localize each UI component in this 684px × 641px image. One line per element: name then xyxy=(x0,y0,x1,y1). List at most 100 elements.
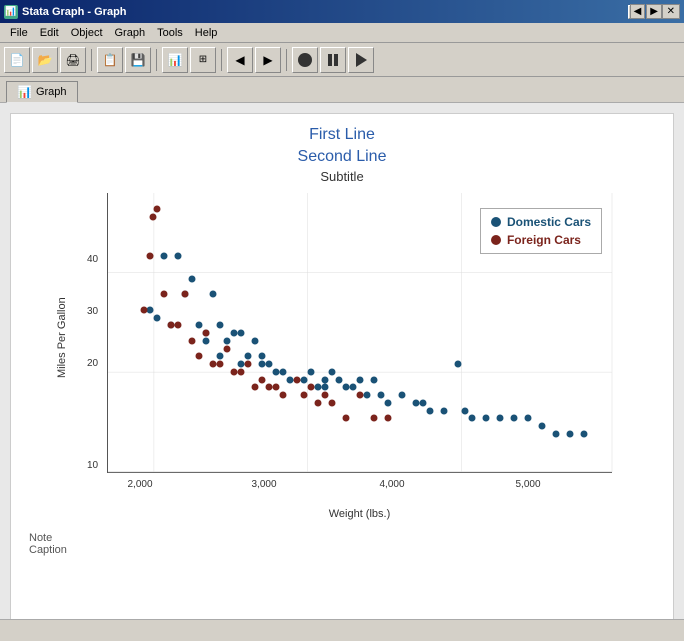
scatter-dot-domestic xyxy=(217,322,224,329)
x-tick-2000: 2,000 xyxy=(127,479,152,490)
scatter-dot-domestic xyxy=(154,314,161,321)
save-button[interactable]: 💾 xyxy=(125,47,151,73)
scatter-dot-foreign xyxy=(161,291,168,298)
scatter-dot-foreign xyxy=(266,384,273,391)
x-axis-label: Weight (lbs.) xyxy=(107,508,612,520)
scatter-dot-domestic xyxy=(336,376,343,383)
scatter-dot-domestic xyxy=(189,275,196,282)
copy-button[interactable]: 📋 xyxy=(97,47,123,73)
scatter-dot-foreign xyxy=(259,376,266,383)
scatter-dot-domestic xyxy=(301,376,308,383)
scatter-dot-domestic xyxy=(469,415,476,422)
scatter-dot-domestic xyxy=(280,368,287,375)
title-line1: First Line xyxy=(21,124,663,146)
scatter-dot-domestic xyxy=(287,376,294,383)
separator-2 xyxy=(156,49,157,71)
scatter-dot-domestic xyxy=(259,353,266,360)
legend-foreign-label: Foreign Cars xyxy=(507,233,581,247)
scatter-dot-foreign xyxy=(329,399,336,406)
legend-foreign: Foreign Cars xyxy=(491,233,591,247)
scatter-dot-domestic xyxy=(350,384,357,391)
scatter-dot-foreign xyxy=(174,322,181,329)
play-button[interactable] xyxy=(348,47,374,73)
title-bar: 📊 Stata Graph - Graph _ □ ✕ xyxy=(0,0,684,23)
scatter-dot-domestic xyxy=(539,423,546,430)
window-title: Stata Graph - Graph xyxy=(22,6,127,18)
menu-edit[interactable]: Edit xyxy=(34,26,65,40)
scatter-dot-domestic xyxy=(483,415,490,422)
chart-type-button[interactable]: 📊 xyxy=(162,47,188,73)
scatter-dot-domestic xyxy=(217,353,224,360)
separator-3 xyxy=(221,49,222,71)
record-button[interactable] xyxy=(292,47,318,73)
scatter-dot-foreign xyxy=(149,213,156,220)
scatter-dot-domestic xyxy=(567,430,574,437)
scatter-dot-domestic xyxy=(231,330,238,337)
graph-area: First Line Second Line Subtitle Miles Pe… xyxy=(10,113,674,631)
separator-4 xyxy=(286,49,287,71)
main-content: First Line Second Line Subtitle Miles Pe… xyxy=(0,103,684,641)
graph-subtitle: Subtitle xyxy=(21,169,663,184)
scatter-dot-foreign xyxy=(182,291,189,298)
status-bar xyxy=(0,619,684,641)
scatter-dot-foreign xyxy=(294,376,301,383)
new-button[interactable]: 📄 xyxy=(4,47,30,73)
scatter-dot-domestic xyxy=(511,415,518,422)
menu-help[interactable]: Help xyxy=(189,26,224,40)
scatter-dot-foreign xyxy=(322,392,329,399)
scatter-dot-foreign xyxy=(196,353,203,360)
open-button[interactable]: 📂 xyxy=(32,47,58,73)
scatter-dot-foreign xyxy=(371,415,378,422)
scatter-dot-domestic xyxy=(161,252,168,259)
legend-domestic-label: Domestic Cars xyxy=(507,215,591,229)
scatter-dot-foreign xyxy=(385,415,392,422)
menu-graph[interactable]: Graph xyxy=(109,26,152,40)
scatter-dot-domestic xyxy=(413,399,420,406)
scatter-dot-domestic xyxy=(224,337,231,344)
scatter-dot-domestic xyxy=(259,361,266,368)
scatter-dot-domestic xyxy=(308,368,315,375)
print-button[interactable]: 🖨 xyxy=(60,47,86,73)
legend: Domestic Cars Foreign Cars xyxy=(480,208,602,254)
scatter-dot-domestic xyxy=(252,337,259,344)
scatter-dot-domestic xyxy=(399,392,406,399)
menu-tools[interactable]: Tools xyxy=(151,26,189,40)
app-icon: 📊 xyxy=(4,5,18,19)
scatter-dot-foreign xyxy=(168,322,175,329)
tab-prev-button[interactable]: ◀ xyxy=(630,4,646,19)
scatter-dot-domestic xyxy=(462,407,469,414)
chart-container: Miles Per Gallon 10 20 30 xyxy=(52,188,632,528)
menu-object[interactable]: Object xyxy=(65,26,109,40)
scatter-dot-domestic xyxy=(553,430,560,437)
scatter-dot-domestic xyxy=(371,376,378,383)
y-tick-30: 30 xyxy=(87,306,98,317)
scatter-dot-domestic xyxy=(385,399,392,406)
tab-close-button[interactable]: ✕ xyxy=(662,4,680,19)
y-tick-20: 20 xyxy=(87,358,98,369)
scatter-dot-domestic xyxy=(266,361,273,368)
scatter-dot-foreign xyxy=(141,306,148,313)
tab-nav[interactable]: ◀ ▶ xyxy=(630,4,662,19)
menu-file[interactable]: File xyxy=(4,26,34,40)
scatter-dot-foreign xyxy=(280,392,287,399)
scatter-dot-foreign xyxy=(217,361,224,368)
pause-button[interactable] xyxy=(320,47,346,73)
tab-next-button[interactable]: ▶ xyxy=(646,4,662,19)
scatter-dot-domestic xyxy=(273,368,280,375)
scatter-dot-domestic xyxy=(210,291,217,298)
scatter-dot-foreign xyxy=(315,399,322,406)
scatter-dot-foreign xyxy=(245,361,252,368)
scatter-dot-foreign xyxy=(203,330,210,337)
back-button[interactable]: ◀ xyxy=(227,47,253,73)
legend-domestic-dot xyxy=(491,217,501,227)
import-button[interactable]: ⊞ xyxy=(190,47,216,73)
tab-graph[interactable]: 📊 Graph xyxy=(6,81,78,103)
tab-label: Graph xyxy=(36,86,67,98)
scatter-dot-domestic xyxy=(455,361,462,368)
forward-button[interactable]: ▶ xyxy=(255,47,281,73)
scatter-dot-domestic xyxy=(427,407,434,414)
scatter-dot-domestic xyxy=(441,407,448,414)
scatter-dot-domestic xyxy=(174,252,181,259)
scatter-dot-domestic xyxy=(525,415,532,422)
scatter-dot-domestic xyxy=(196,322,203,329)
